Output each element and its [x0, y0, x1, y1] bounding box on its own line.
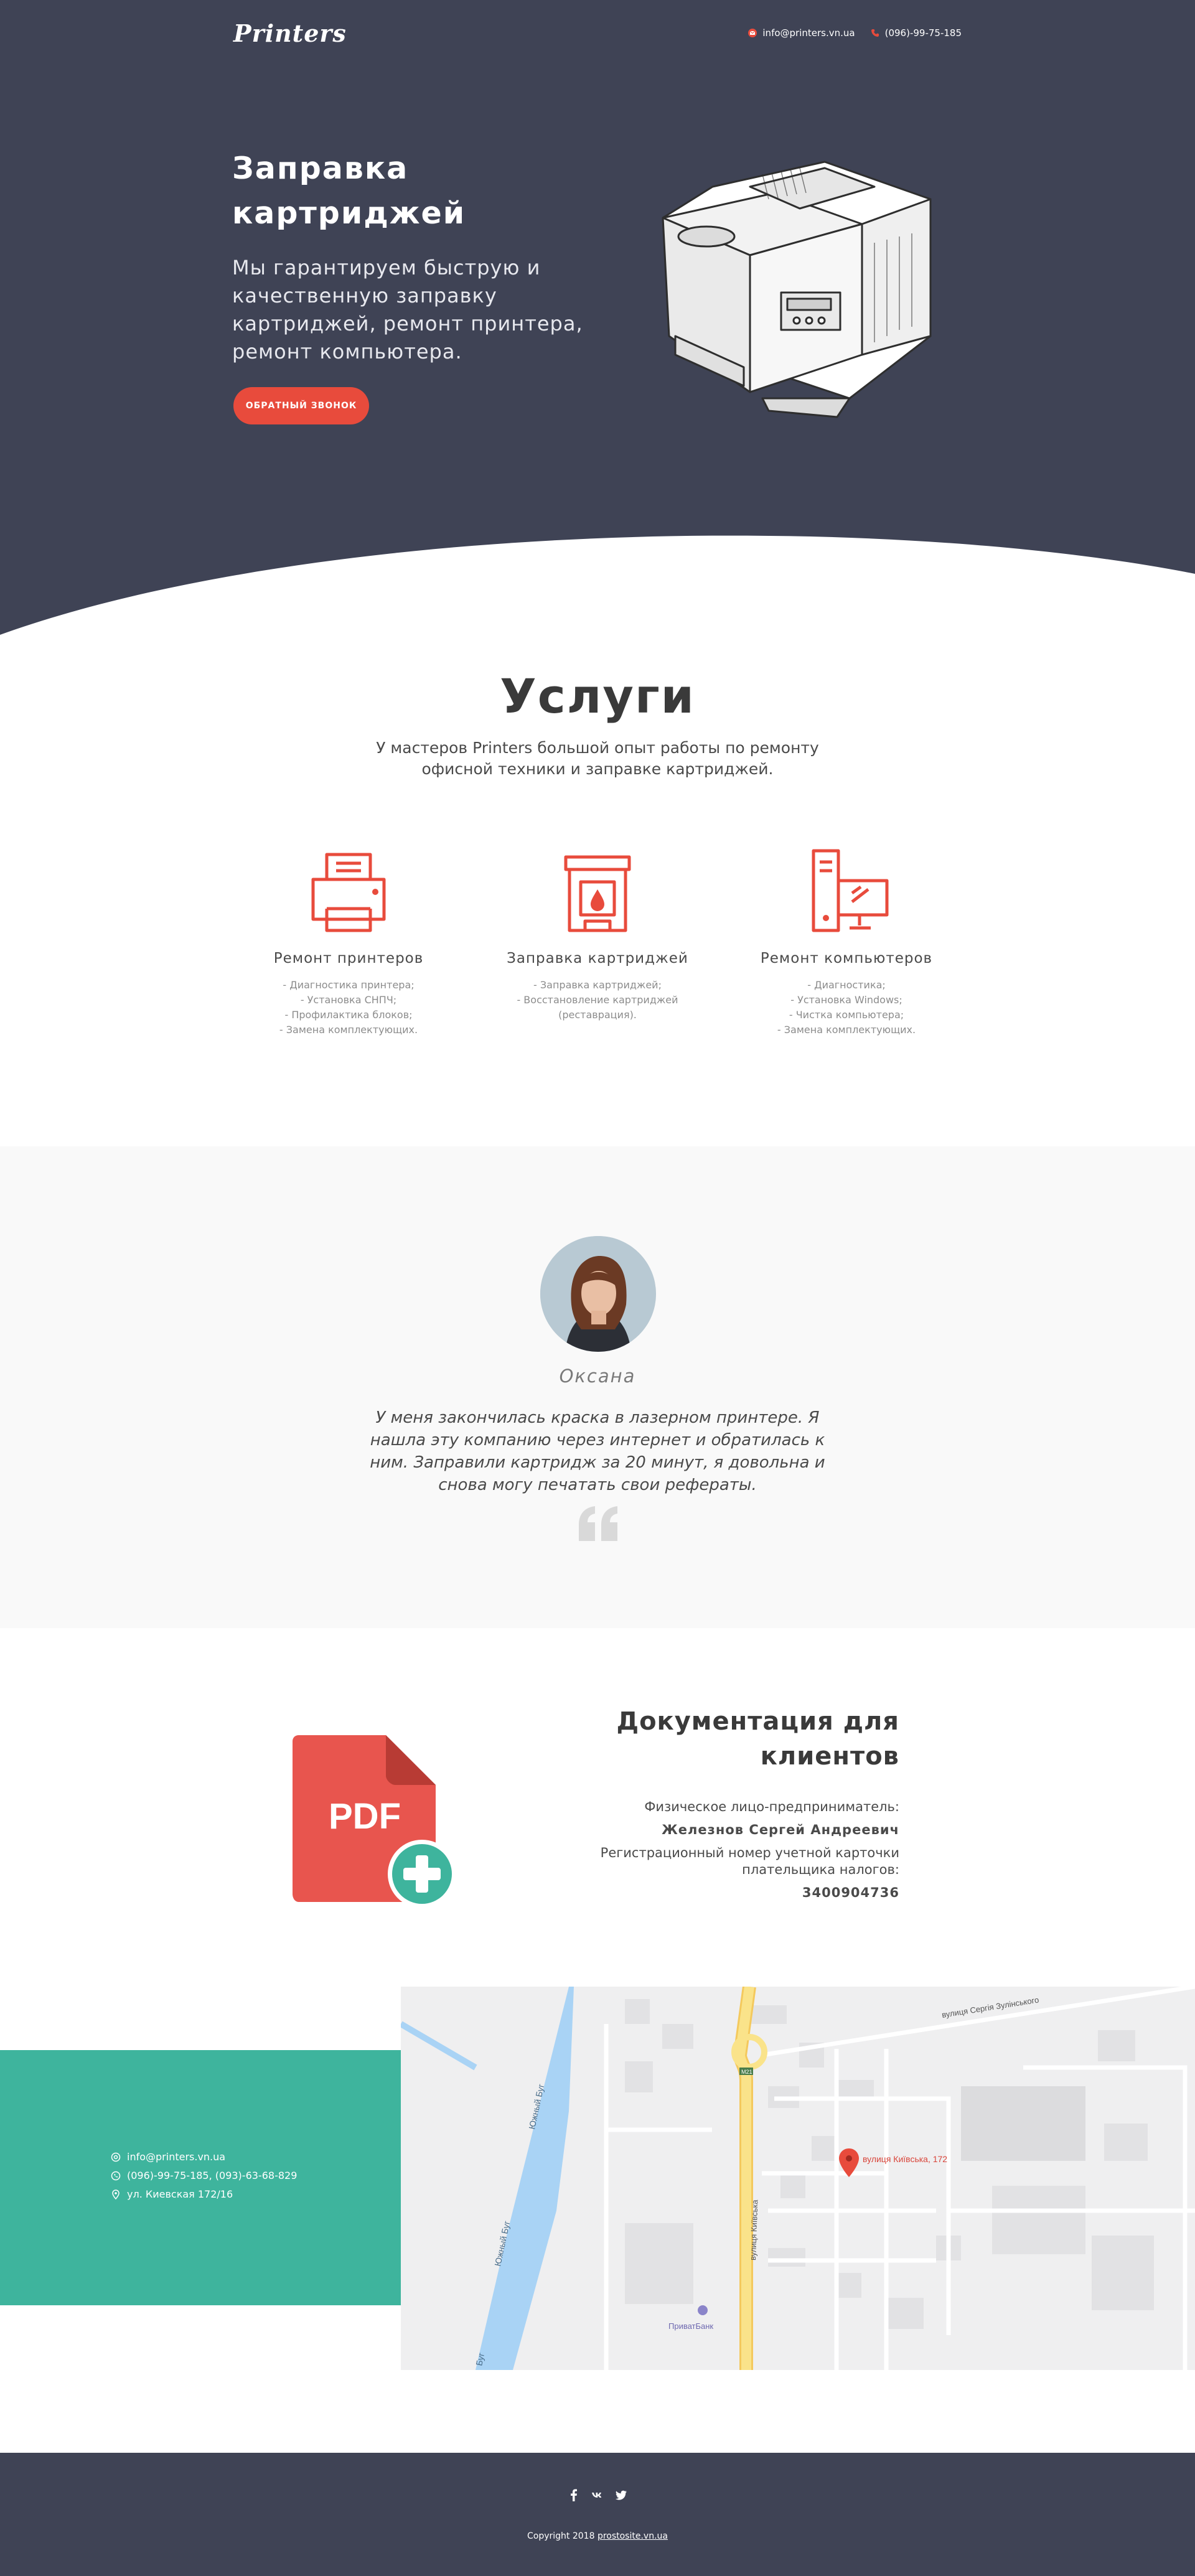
email-at-icon [111, 2152, 121, 2161]
contact-address-text: ул. Киевская 172/16 [127, 2188, 233, 2200]
hero-title: Заправка картриджей [232, 151, 466, 231]
avatar [540, 1236, 656, 1352]
list-item: - Замена комплектующих. [777, 1024, 916, 1036]
services-title: Услуги [500, 668, 695, 724]
services-description: У мастеров Printers большой опыт работы … [376, 739, 819, 778]
road-number: М21 [741, 2069, 752, 2075]
list-item: - Диагностика принтера; [283, 979, 415, 991]
service-name: Ремонт принтеров [273, 950, 424, 967]
service-list: - Диагностика; - Установка Windows; - Чи… [741, 978, 952, 1037]
vk-icon[interactable] [591, 2489, 604, 2501]
cartridge-icon [564, 855, 631, 932]
facebook-icon[interactable] [568, 2489, 580, 2501]
pdf-label: PDF [329, 1796, 401, 1837]
services-section: Услуги У мастеров Printers большой опыт … [0, 638, 1195, 1146]
pdf-add-icon[interactable]: PDF [293, 1735, 461, 1913]
hero-subtitle: Мы гарантируем быструю и качественную за… [232, 256, 583, 363]
copyright-text: Copyright 2018 [527, 2531, 598, 2541]
list-item: (реставрация). [558, 1009, 637, 1021]
list-item: - Заправка картриджей; [533, 979, 662, 991]
contact-phones[interactable]: (096)-99-75-185, (093)-63-68-829 [111, 2170, 297, 2181]
list-item: - Установка Windows; [790, 994, 902, 1006]
contact-panel: info@printers.vn.ua (096)-99-75-185, (09… [0, 2050, 401, 2305]
site-logo[interactable]: Printers [233, 19, 347, 47]
header-phone[interactable]: (096)-99-75-185 [870, 27, 962, 39]
computer-icon [812, 849, 889, 932]
entrepreneur-label: Физическое лицо-предприниматель: [644, 1799, 899, 1814]
map[interactable]: М21 Южный Буг Южный Буг Буг вулиця Київс… [401, 1987, 1195, 2370]
header-email[interactable]: info@printers.vn.ua [747, 27, 855, 39]
header-phone-text: (096)-99-75-185 [884, 27, 962, 39]
testimonial-section: Оксана У меня закончилась краска в лазер… [0, 1146, 1195, 1628]
contact-email[interactable]: info@printers.vn.ua [111, 2151, 225, 2163]
social-links [0, 2489, 1195, 2501]
quote-icon [579, 1506, 617, 1541]
testimonial-name: Оксана [559, 1365, 636, 1387]
avatar-photo [540, 1236, 656, 1352]
bank-marker-icon[interactable] [698, 2305, 708, 2315]
printer-illustration [662, 161, 932, 418]
whatsapp-icon [111, 2171, 121, 2180]
contact-map-section: М21 Южный Буг Южный Буг Буг вулиця Київс… [0, 1987, 1195, 2453]
list-item: - Диагностика; [807, 979, 886, 991]
contact-phones-text: (096)-99-75-185, (093)-63-68-829 [127, 2170, 298, 2181]
tax-label: Регистрационный номер учетной карточки п… [600, 1845, 899, 1877]
tax-number: 3400904736 [802, 1885, 899, 1900]
list-item: - Чистка компьютера; [789, 1009, 904, 1021]
service-name: Ремонт компьютеров [760, 950, 933, 967]
documents-info: Физическое лицо-предприниматель: Железно… [548, 1799, 899, 1901]
list-item: - Восстановление картриджей [517, 994, 678, 1006]
service-computer-repair: Ремонт компьютеров - Диагностика; - Уста… [741, 843, 952, 1037]
hero-section: Printers info@printers.vn.ua (096)-99-75… [0, 0, 1195, 638]
footer: Copyright 2018 prostosite.vn.ua [0, 2453, 1195, 2576]
service-name: Заправка картриджей [507, 950, 688, 967]
hero-wave [0, 535, 1195, 638]
location-icon [112, 2189, 120, 2199]
contact-email-text: info@printers.vn.ua [127, 2151, 226, 2163]
documents-section: PDF Документация для клиентов Физическое… [0, 1628, 1195, 1987]
testimonial-quote: У меня закончилась краска в лазерном при… [370, 1408, 825, 1494]
copyright: Copyright 2018 prostosite.vn.ua [0, 2531, 1195, 2541]
email-icon [748, 29, 757, 37]
contact-address: ул. Киевская 172/16 [111, 2188, 233, 2200]
list-item: - Профилактика блоков; [284, 1009, 413, 1021]
service-cartridge-refill: Заправка картриджей - Заправка картридже… [492, 843, 703, 1023]
map-canvas[interactable]: М21 Южный Буг Южный Буг Буг вулиця Київс… [401, 1987, 1195, 2370]
entrepreneur-name: Железнов Сергей Андреевич [662, 1822, 899, 1837]
map-pin-label: вулиця Київська, 172 [863, 2154, 947, 2164]
service-list: - Диагностика принтера; - Установка СНПЧ… [243, 978, 454, 1037]
service-list: - Заправка картриджей; - Восстановление … [492, 978, 703, 1023]
service-printer-repair: Ремонт принтеров - Диагностика принтера;… [243, 843, 454, 1037]
header-contacts: info@printers.vn.ua (096)-99-75-185 [747, 27, 962, 39]
header-email-text: info@printers.vn.ua [762, 27, 855, 39]
callback-button[interactable]: ОБРАТНЫЙ ЗВОНОК [233, 387, 369, 424]
bank-label: ПриватБанк [668, 2321, 713, 2331]
documents-title: Документация для клиентов [616, 1707, 899, 1771]
list-item: - Установка СНПЧ; [300, 994, 397, 1006]
top-bar: Printers info@printers.vn.ua (096)-99-75… [233, 17, 962, 49]
phone-icon [871, 29, 879, 37]
list-item: - Замена комплектующих. [279, 1024, 418, 1036]
twitter-icon[interactable] [615, 2489, 627, 2501]
printer-icon [311, 853, 386, 932]
copyright-link[interactable]: prostosite.vn.ua [598, 2531, 668, 2541]
